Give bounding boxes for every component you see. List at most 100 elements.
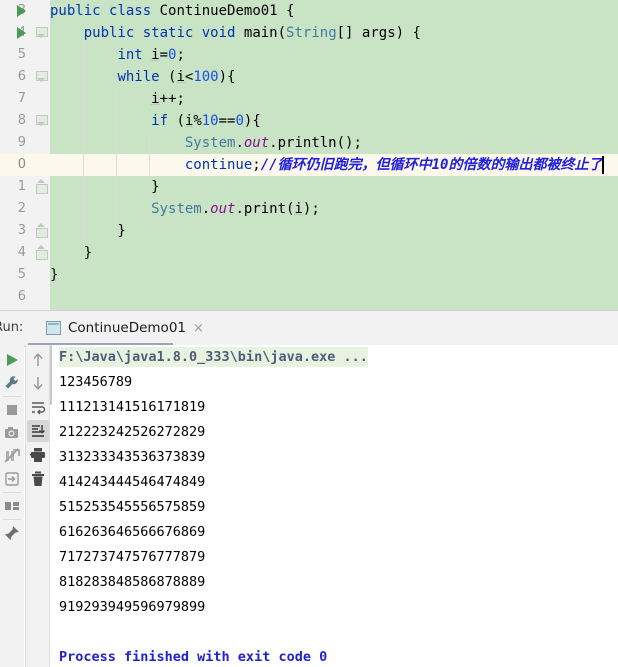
console-output-panel[interactable]: F:\Java\java1.8.0_333\bin\java.exe ... 12… <box>49 345 618 667</box>
pin-icon[interactable] <box>2 523 22 543</box>
line-number: 0 <box>17 157 26 172</box>
code-text: public class ContinueDemo01 { <box>50 3 295 19</box>
console-output-line: 717273747576777879 <box>59 549 206 565</box>
run-gutter-icon[interactable] <box>17 27 26 39</box>
console-finished-line: Process finished with exit code 0 <box>59 649 328 665</box>
fold-collapse-icon[interactable] <box>36 115 48 126</box>
code-text: int i=0; <box>117 47 185 63</box>
run-configuration-icon <box>46 321 61 335</box>
down-arrow-icon[interactable] <box>28 373 48 393</box>
console-output-line: 123456789 <box>59 374 133 390</box>
run-tab-continuedemo01[interactable]: ContinueDemo01 × <box>40 311 210 345</box>
line-number: 6 <box>17 289 26 304</box>
rerun-icon[interactable] <box>2 350 22 370</box>
editor-lines: 3 public class ContinueDemo01 {4 public s… <box>0 0 618 308</box>
code-text: System.out.print(i); <box>151 201 320 217</box>
code-text: i++; <box>151 91 185 107</box>
toolbar-divider <box>3 396 21 397</box>
console-output-line: 919293949596979899 <box>59 599 206 615</box>
line-number: 9 <box>17 135 26 150</box>
editor-line[interactable]: 3 public class ContinueDemo01 { <box>0 0 618 22</box>
fold-tip <box>37 223 45 227</box>
fold-box <box>36 228 48 238</box>
editor-line[interactable]: 4 } <box>0 242 618 264</box>
soft-wrap-icon[interactable] <box>28 398 48 418</box>
stop-icon[interactable] <box>2 400 22 420</box>
intellij-idea-window: 3 public class ContinueDemo01 {4 public s… <box>0 0 618 667</box>
code-editor[interactable]: 3 public class ContinueDemo01 {4 public s… <box>0 0 618 310</box>
line-number: 7 <box>17 91 26 106</box>
run-window-label: Run: <box>0 320 24 335</box>
line-number: 8 <box>17 113 26 128</box>
code-text: if (i%10==0){ <box>151 113 261 129</box>
fold-collapse-icon[interactable] <box>36 71 48 82</box>
editor-line[interactable]: 0 continue;//循环仍旧跑完，但循环中10的倍数的输出都被终止了 <box>0 154 618 176</box>
code-text: } <box>50 223 126 239</box>
code-text: System.out.println(); <box>184 135 362 151</box>
code-text: } <box>50 245 93 261</box>
console-lines: F:\Java\java1.8.0_333\bin\java.exe ... 12… <box>50 345 618 667</box>
editor-line[interactable]: 1 } <box>0 176 618 198</box>
editor-line[interactable]: 3 } <box>0 220 618 242</box>
fold-expand-icon[interactable] <box>36 245 48 260</box>
editor-line[interactable]: 5 int i=0; <box>0 44 618 66</box>
code-text: } <box>50 267 59 283</box>
console-output-line: 818283848586878889 <box>59 574 206 590</box>
editor-line[interactable]: 5} <box>0 264 618 286</box>
editor-line[interactable]: 7 i++; <box>0 88 618 110</box>
fold-box <box>36 184 48 194</box>
up-arrow-icon[interactable] <box>28 350 48 370</box>
console-output-line: 414243444546474849 <box>59 474 206 490</box>
toolbar-divider-2 <box>3 492 21 493</box>
print-icon[interactable] <box>28 445 48 465</box>
close-icon[interactable]: × <box>193 321 204 336</box>
export-icon[interactable] <box>2 469 22 489</box>
settings-wrench-icon[interactable] <box>2 373 22 393</box>
line-number: 5 <box>17 47 26 62</box>
line-code-background <box>50 242 618 264</box>
line-number: 3 <box>17 223 26 238</box>
line-code-background <box>50 286 618 308</box>
clear-all-trash-icon[interactable] <box>28 469 48 489</box>
console-output-line: 212223242526272829 <box>59 424 206 440</box>
console-output-line: 616263646566676869 <box>59 524 206 540</box>
fold-tip <box>37 245 45 249</box>
editor-line[interactable]: 2 System.out.print(i); <box>0 198 618 220</box>
toolbar-divider-3 <box>3 519 21 520</box>
suspend-icon[interactable] <box>2 446 22 466</box>
console-command-line: F:\Java\java1.8.0_333\bin\java.exe ... <box>50 345 618 370</box>
code-text: while (i<100){ <box>117 69 236 85</box>
console-output-line: 515253545556575859 <box>59 499 206 515</box>
run-gutter-icon[interactable] <box>17 5 26 17</box>
run-actions-toolbar[interactable] <box>0 345 24 667</box>
fold-tip <box>37 179 45 183</box>
line-number: 1 <box>17 179 26 194</box>
console-actions-toolbar[interactable] <box>25 345 50 667</box>
line-code-background <box>50 264 618 286</box>
editor-line[interactable]: 6 <box>0 286 618 308</box>
fold-collapse-icon[interactable] <box>36 27 48 38</box>
editor-line[interactable]: 6 while (i<100){ <box>0 66 618 88</box>
editor-line[interactable]: 8 if (i%10==0){ <box>0 110 618 132</box>
editor-line[interactable]: 4 public static void main(String[] args)… <box>0 22 618 44</box>
console-output-line: 313233343536373839 <box>59 449 206 465</box>
scroll-to-end-icon[interactable] <box>28 421 48 441</box>
layout-icon[interactable] <box>2 496 22 516</box>
code-text: continue;//循环仍旧跑完，但循环中10的倍数的输出都被终止了 <box>184 157 603 173</box>
fold-expand-icon[interactable] <box>36 179 48 194</box>
line-code-background <box>50 220 618 242</box>
run-tab-label: ContinueDemo01 <box>68 320 186 336</box>
console-output-line: 111213141516171819 <box>59 399 206 415</box>
console-command-text: F:\Java\java1.8.0_333\bin\java.exe ... <box>59 347 368 367</box>
fold-box <box>36 250 48 260</box>
run-tool-window-header: Run: ContinueDemo01 × <box>0 310 618 347</box>
line-number: 4 <box>17 245 26 260</box>
code-text: public static void main(String[] args) { <box>83 25 421 41</box>
fold-tip <box>37 78 45 82</box>
editor-line[interactable]: 9 System.out.println(); <box>0 132 618 154</box>
fold-tip <box>37 34 45 38</box>
fold-tip <box>37 122 45 126</box>
camera-icon[interactable] <box>2 423 22 443</box>
fold-expand-icon[interactable] <box>36 223 48 238</box>
